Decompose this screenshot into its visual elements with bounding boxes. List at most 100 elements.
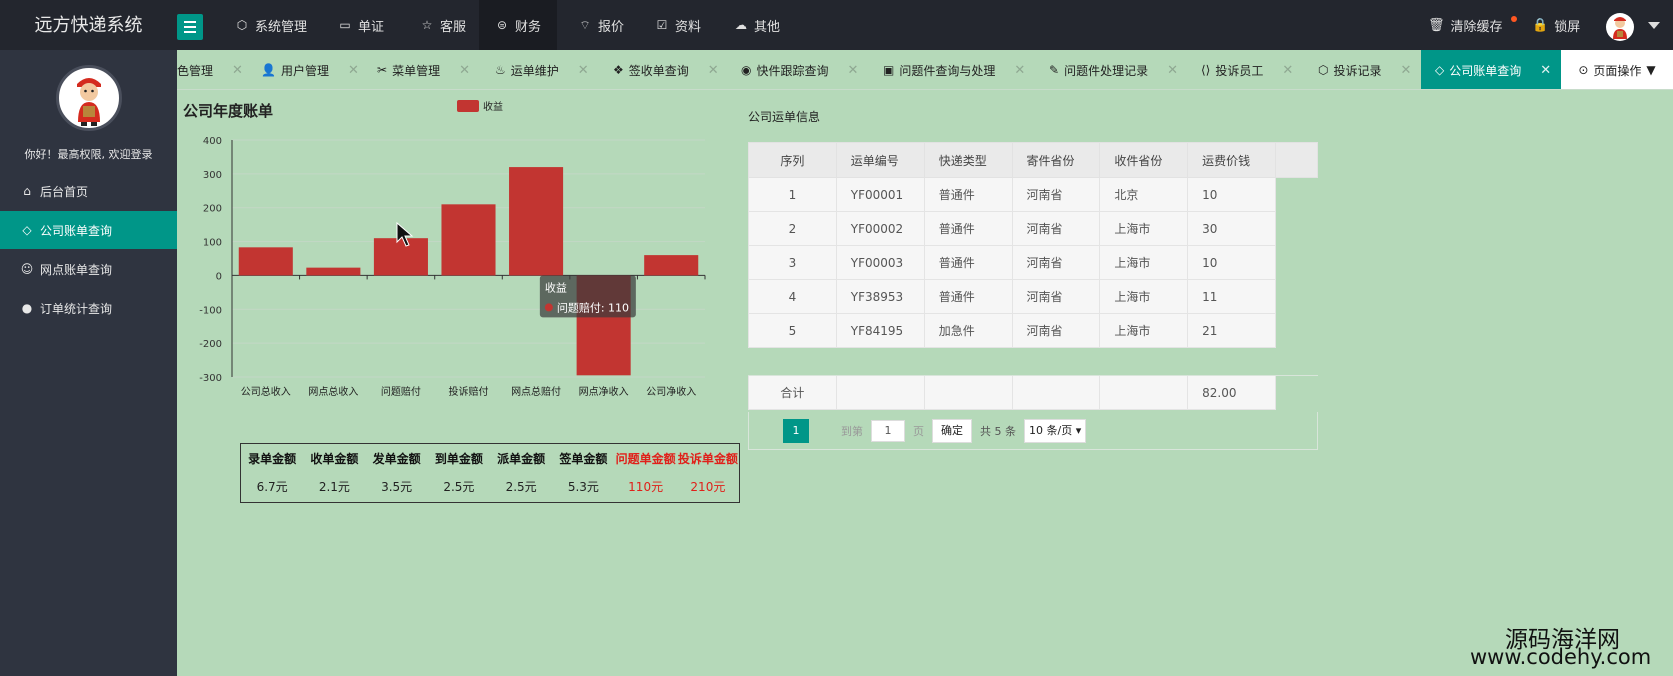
column-header[interactable]: 寄件省份 bbox=[1011, 142, 1101, 178]
tab-company-bill[interactable]: ◇ 公司账单查询 ✕ bbox=[1421, 50, 1566, 89]
y-tick-label: 100 bbox=[203, 238, 222, 249]
trash-icon: 🗑 bbox=[1428, 17, 1445, 33]
topnav-quote[interactable]: ⌔ 报价 bbox=[568, 0, 634, 50]
welcome-text: 你好！最高权限, 欢迎登录 bbox=[24, 148, 153, 161]
sidebar-item-home[interactable]: ⌂ 后台首页 bbox=[0, 172, 177, 210]
column-header[interactable]: 序列 bbox=[748, 142, 837, 178]
sidebar-avatar bbox=[56, 65, 122, 131]
close-icon[interactable]: ✕ bbox=[1282, 63, 1293, 78]
column-header[interactable]: 运费价钱 bbox=[1187, 142, 1277, 178]
menu-toggle-button[interactable] bbox=[177, 14, 203, 40]
topnav-data[interactable]: ☑ 资料 bbox=[645, 0, 711, 50]
code-icon: ⟨⟩ bbox=[1201, 63, 1211, 77]
table-row[interactable]: 2 YF00002 普通件 河南省 上海市 30 bbox=[748, 211, 1318, 246]
page-operations-dropdown[interactable]: ⊙ 页面操作 ▼ bbox=[1561, 50, 1673, 89]
chart-bar bbox=[306, 267, 361, 276]
column-header[interactable]: 收件省份 bbox=[1099, 142, 1189, 178]
chart-bar bbox=[509, 167, 564, 276]
topnav-service[interactable]: ☆ 客服 bbox=[410, 0, 476, 50]
goto-page-input[interactable]: 1 bbox=[871, 419, 905, 442]
sidebar-item-outlet-bill[interactable]: ☺ 网点账单查询 bbox=[0, 250, 177, 288]
close-icon[interactable]: ✕ bbox=[848, 63, 859, 78]
waybill-table: 序列 运单编号 快递类型 寄件省份 收件省份 运费价钱 1 YF00001 普通件河… bbox=[748, 142, 1318, 410]
close-icon[interactable]: ✕ bbox=[1167, 63, 1178, 78]
tab-sign-query[interactable]: ❖ 签收单查询 ✕ bbox=[613, 50, 719, 89]
summary-col: 录单金额 6.7元 bbox=[248, 452, 297, 494]
close-icon[interactable]: ✕ bbox=[1401, 63, 1412, 78]
tab-bar: 色管理 ✕ 👤 用户管理 ✕ ✂ 菜单管理 ✕ ♨ 运单维护 ✕ ❖ 签收单查询 ✕ ◉ 快件跟踪查… bbox=[177, 50, 1673, 90]
tab-tracking-query[interactable]: ◉ 快件跟踪查询 ✕ bbox=[741, 50, 859, 89]
total-value: 82.00 bbox=[1187, 375, 1277, 410]
tab-problem-records[interactable]: ✎ 问题件处理记录 ✕ bbox=[1049, 50, 1178, 89]
topnav-finance[interactable]: ⊜ 财务 bbox=[479, 0, 557, 50]
summary-col: 签单金额 5.3元 bbox=[559, 452, 608, 494]
x-tick-label: 公司总收入 bbox=[241, 385, 291, 398]
lock-icon: 🔒 bbox=[1532, 17, 1549, 33]
column-header[interactable]: 快递类型 bbox=[923, 142, 1013, 178]
sidebar-item-order-stats[interactable]: ● 订单统计查询 bbox=[0, 289, 177, 327]
close-icon[interactable]: ✕ bbox=[1014, 63, 1025, 78]
x-tick-label: 投诉赔付 bbox=[449, 385, 489, 398]
book-icon: ▭ bbox=[339, 18, 351, 32]
edit-icon: ☑ bbox=[656, 18, 668, 32]
table-row[interactable]: 4 YF38953 普通件 河南省 上海市 11 bbox=[748, 279, 1318, 314]
tab-user-manage[interactable]: 👤 用户管理 ✕ bbox=[261, 50, 359, 89]
tooltip-value: 问题赔付: 110 bbox=[557, 300, 629, 314]
lock-screen-button[interactable]: 🔒 锁屏 bbox=[1532, 0, 1580, 50]
legend-label: 收益 bbox=[483, 100, 503, 113]
legend-swatch bbox=[457, 100, 479, 112]
table-total-row: 合计 82.00 bbox=[748, 375, 1318, 410]
column-header[interactable]: 运单编号 bbox=[835, 142, 925, 178]
chart-bar bbox=[644, 255, 699, 276]
user-avatar[interactable] bbox=[1606, 13, 1634, 41]
fire-icon: ♨ bbox=[495, 63, 506, 77]
close-icon[interactable]: ✕ bbox=[708, 63, 719, 78]
summary-col: 投诉单金额 210元 bbox=[677, 452, 738, 494]
sidebar-item-company-bill[interactable]: ◇ 公司账单查询 bbox=[0, 211, 177, 249]
home-icon: ⌂ bbox=[23, 184, 31, 198]
tab-waybill-maintain[interactable]: ♨ 运单维护 ✕ bbox=[495, 50, 589, 89]
topnav-documents[interactable]: ▭ 单证 bbox=[328, 0, 394, 50]
tab-menu-manage[interactable]: ✂ 菜单管理 ✕ bbox=[377, 50, 470, 89]
page-size-select[interactable]: 10 条/页 ▾ bbox=[1024, 418, 1087, 443]
table-row[interactable]: 5 YF84195 加急件 河南省 上海市 21 bbox=[748, 313, 1318, 348]
topnav-system[interactable]: ⬡ 系统管理 bbox=[230, 0, 312, 50]
tab-problem-query[interactable]: ▣ 问题件查询与处理 ✕ bbox=[883, 50, 1025, 89]
close-icon[interactable]: ✕ bbox=[1540, 63, 1551, 78]
notification-dot bbox=[1510, 16, 1517, 22]
summary-col: 收单金额 2.1元 bbox=[310, 452, 359, 494]
topnav-other[interactable]: ☁ 其他 bbox=[724, 0, 790, 50]
y-tick-label: -200 bbox=[199, 339, 222, 350]
close-icon[interactable]: ✕ bbox=[578, 63, 589, 78]
cube-icon: ⬡ bbox=[236, 18, 248, 32]
bar-chart: 400 300 200 100 0 -100 -200 -300 公司总收入 网点总收入 问题赔付 投… bbox=[199, 100, 706, 398]
x-tick-label: 网点总收入 bbox=[308, 385, 358, 398]
table-row[interactable]: 3 YF00003 普通件 河南省 上海市 10 bbox=[748, 245, 1318, 280]
tab-complaint-records[interactable]: ⬡ 投诉记录 ✕ bbox=[1318, 50, 1412, 89]
tab-complaint-staff[interactable]: ⟨⟩ 投诉员工 ✕ bbox=[1201, 50, 1293, 89]
x-tick-label: 网点总赔付 bbox=[511, 385, 561, 398]
close-icon[interactable]: ✕ bbox=[348, 63, 359, 78]
y-tick-label: 300 bbox=[203, 170, 222, 181]
caret-down-icon: ▼ bbox=[1646, 63, 1656, 77]
tooltip-series: 收益 bbox=[545, 280, 567, 294]
close-icon[interactable]: ✕ bbox=[459, 63, 470, 78]
github-icon: ◉ bbox=[741, 63, 752, 77]
page-current-button[interactable]: 1 bbox=[783, 418, 809, 443]
compass-icon: ❖ bbox=[613, 63, 624, 77]
x-tick-label: 网点净收入 bbox=[579, 385, 629, 398]
summary-col: 发单金额 3.5元 bbox=[372, 452, 421, 494]
user-icon: 👤 bbox=[261, 63, 276, 77]
x-tick-label: 公司净收入 bbox=[646, 385, 696, 398]
chevron-down-icon[interactable] bbox=[1648, 22, 1660, 29]
cube-icon: ⬡ bbox=[1318, 63, 1329, 77]
smile-icon: ☺ bbox=[20, 262, 34, 276]
clear-cache-button[interactable]: 🗑 清除缓存 bbox=[1428, 0, 1517, 50]
close-icon[interactable]: ✕ bbox=[232, 63, 243, 78]
summary-col: 问题单金额 110元 bbox=[615, 452, 676, 494]
table-row[interactable]: 1 YF00001 普通件 河南省 北京 10 bbox=[748, 177, 1318, 212]
caret-down-icon: ▾ bbox=[1075, 423, 1082, 437]
goto-confirm-button[interactable]: 确定 bbox=[932, 418, 972, 443]
chart-bar bbox=[441, 204, 496, 276]
tab-role-manage[interactable]: 色管理 ✕ bbox=[177, 50, 243, 89]
